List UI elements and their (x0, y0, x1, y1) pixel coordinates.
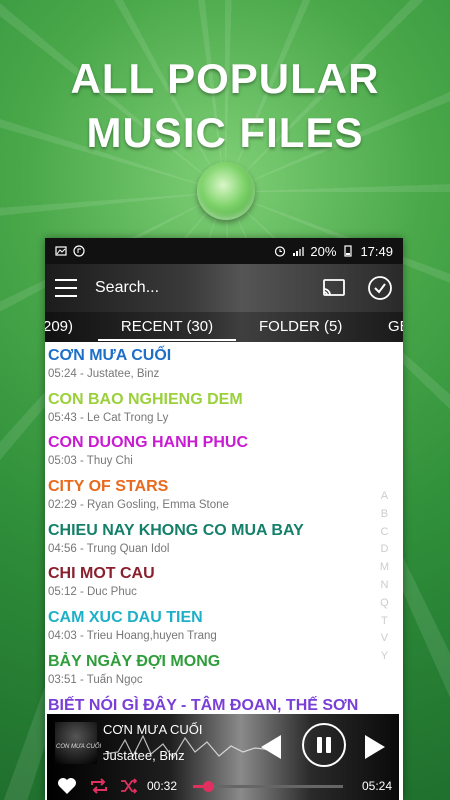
shuffle-icon[interactable] (119, 777, 139, 795)
song-meta: 05:03 - Thuy Chi (48, 455, 133, 468)
song-title: CITY OF STARS (48, 478, 169, 496)
song-title: CON DUONG HANH PHUC (48, 434, 248, 452)
song-list: CƠN MƯA CUỐI 05:24 - Justatee, Binz CON BA… (45, 342, 403, 718)
alphabet-index[interactable]: ABCDMNQTVY (380, 488, 389, 666)
player-title: CƠN MƯA CUỐI (103, 722, 203, 737)
alphabet-letter[interactable]: N (380, 577, 389, 595)
alphabet-letter[interactable]: B (380, 506, 389, 524)
alphabet-letter[interactable]: Q (380, 595, 389, 613)
pause-button[interactable] (302, 723, 346, 767)
previous-icon[interactable] (259, 733, 283, 761)
image-notification-icon (55, 246, 67, 256)
song-title: CHI MOT CAU (48, 565, 155, 583)
song-title: CHIEU NAY KHONG CO MUA BAY (48, 521, 304, 539)
alphabet-letter[interactable]: Y (380, 648, 389, 666)
alphabet-letter[interactable]: T (380, 613, 389, 631)
song-title: CƠN MƯA CUỐI (48, 347, 172, 364)
toolbar: Search... (45, 264, 403, 312)
heart-icon[interactable] (57, 777, 77, 795)
tab-recent[interactable]: RECENT (30) (98, 318, 236, 341)
tab-bar: 209) RECENT (30) FOLDER (5) GE (45, 312, 403, 342)
song-meta: 03:51 - Tuấn Ngọc (48, 673, 143, 686)
player-controls-row: 00:32 05:24 (47, 772, 399, 800)
song-row[interactable]: CHIEU NAY KHONG CO MUA BAY 04:56 - Trung … (45, 517, 403, 561)
song-row[interactable]: CON DUONG HANH PHUC 05:03 - Thuy Chi (45, 429, 403, 473)
song-row[interactable]: CON BAO NGHIENG DEM 05:43 - Le Cat Trong … (45, 386, 403, 430)
song-meta: 05:12 - Duc Phuc (48, 586, 137, 599)
song-meta: 04:56 - Trung Quan Idol (48, 542, 170, 555)
song-row[interactable]: CAM XUC DAU TIEN 04:03 - Trieu Hoang,huye… (45, 604, 403, 648)
tab-genre[interactable]: GE (388, 318, 403, 335)
song-row[interactable]: CƠN MƯA CUỐI 05:24 - Justatee, Binz (45, 342, 403, 386)
alphabet-letter[interactable]: C (380, 524, 389, 542)
album-cover[interactable] (55, 722, 97, 764)
song-title: BẢY NGÀY ĐỢI MONG (48, 652, 221, 670)
battery-icon (344, 245, 353, 257)
signal-icon (293, 247, 305, 256)
clock: 17:49 (360, 243, 393, 259)
status-bar: 20% 17:49 (45, 238, 403, 264)
song-title: CON BAO NGHIENG DEM (48, 390, 243, 408)
song-meta: 05:43 - Le Cat Trong Ly (48, 411, 169, 424)
alphabet-letter[interactable]: M (380, 559, 389, 577)
search-input[interactable]: Search... (95, 279, 301, 297)
music-notification-icon (73, 245, 85, 257)
seek-bar[interactable] (193, 781, 343, 792)
song-title: BIẾT NÓI GÌ ĐÂY - TÂM ĐOAN, THẾ SƠN (48, 696, 359, 714)
repeat-icon[interactable] (89, 777, 109, 795)
tab-folder[interactable]: FOLDER (5) (259, 318, 342, 335)
alphabet-letter[interactable]: D (380, 541, 389, 559)
alphabet-letter[interactable]: A (380, 488, 389, 506)
song-meta: 04:03 - Trieu Hoang,huyen Trang (48, 630, 217, 643)
alphabet-letter[interactable]: V (380, 630, 389, 648)
seek-bar-handle[interactable] (203, 781, 214, 792)
promo-line-2: MUSIC FILES (86, 109, 364, 156)
song-row[interactable]: CHI MOT CAU 05:12 - Duc Phuc (45, 560, 403, 604)
promo-line-1: ALL POPULAR (70, 55, 380, 102)
pause-icon (317, 737, 331, 753)
menu-icon[interactable] (55, 279, 77, 297)
check-circle-icon[interactable] (367, 275, 393, 301)
album-cover-caption: CON MƯA CUỐI (56, 744, 102, 750)
player-artist: Justatee, Binz (103, 748, 185, 763)
alarm-icon (275, 246, 286, 257)
current-time: 00:32 (147, 779, 178, 793)
song-row[interactable]: BẢY NGÀY ĐỢI MONG 03:51 - Tuấn Ngọc (45, 648, 403, 692)
phone-screen: 20% 17:49 Search... 209) RECENT (30) FOL… (45, 238, 403, 800)
song-meta: 02:29 - Ryan Gosling, Emma Stone (48, 499, 229, 512)
promo-headline: ALL POPULAR MUSIC FILES (0, 52, 450, 160)
battery-percent: 20% (310, 243, 337, 259)
mini-player[interactable]: CON MƯA CUỐI CƠN MƯA CUỐI Justatee, Binz… (47, 714, 399, 800)
song-row[interactable]: CITY OF STARS 02:29 - Ryan Gosling, Emma … (45, 473, 403, 517)
song-title: CAM XUC DAU TIEN (48, 609, 203, 627)
water-droplet-image (197, 162, 255, 220)
song-meta: 05:24 - Justatee, Binz (48, 368, 160, 380)
next-icon[interactable] (363, 733, 387, 761)
cast-icon[interactable] (321, 275, 347, 301)
tab-previous[interactable]: 209) (45, 318, 73, 335)
total-time: 05:24 (362, 779, 393, 793)
